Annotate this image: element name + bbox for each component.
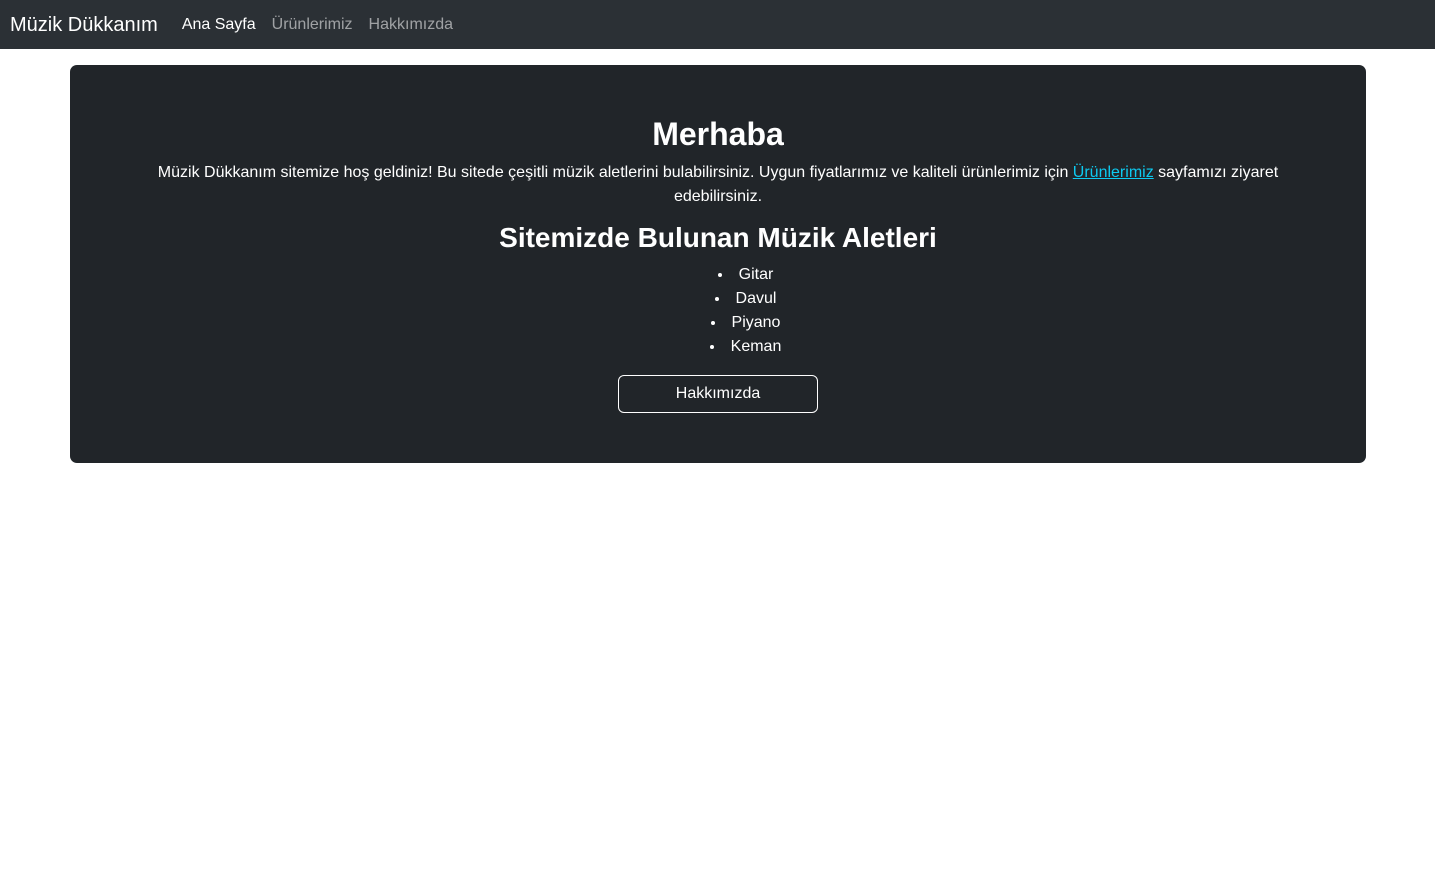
products-inline-link[interactable]: Ürünlerimiz bbox=[1073, 164, 1154, 181]
list-item: Keman bbox=[209, 335, 1282, 359]
about-button[interactable]: Hakkımızda bbox=[618, 375, 818, 413]
nav-link-ana-sayfa[interactable]: Ana Sayfa bbox=[182, 16, 256, 33]
instruments-heading: Sitemizde Bulunan Müzik Aletleri bbox=[499, 222, 937, 253]
brand-link[interactable]: Müzik Dükkanım bbox=[10, 15, 158, 35]
hero-text-before: Müzik Dükkanım sitemize hoş geldiniz! Bu… bbox=[157, 164, 1073, 181]
hero-panel: Merhaba Müzik Dükkanım sitemize hoş geld… bbox=[70, 65, 1366, 463]
hero-description: Müzik Dükkanım sitemize hoş geldiniz! Bu… bbox=[154, 161, 1282, 209]
list-item: Davul bbox=[209, 287, 1282, 311]
nav-link-hakkimizda[interactable]: Hakkımızda bbox=[369, 16, 453, 33]
nav-links: Ana Sayfa Ürünlerimiz Hakkımızda bbox=[182, 16, 469, 33]
nav-link-urunlerimiz[interactable]: Ürünlerimiz bbox=[272, 16, 353, 33]
navbar: Müzik Dükkanım Ana Sayfa Ürünlerimiz Hak… bbox=[0, 0, 1435, 49]
list-item: Piyano bbox=[209, 311, 1282, 335]
instruments-list: Gitar Davul Piyano Keman bbox=[209, 263, 1282, 359]
list-item: Gitar bbox=[209, 263, 1282, 287]
hero-title: Merhaba bbox=[652, 116, 784, 152]
